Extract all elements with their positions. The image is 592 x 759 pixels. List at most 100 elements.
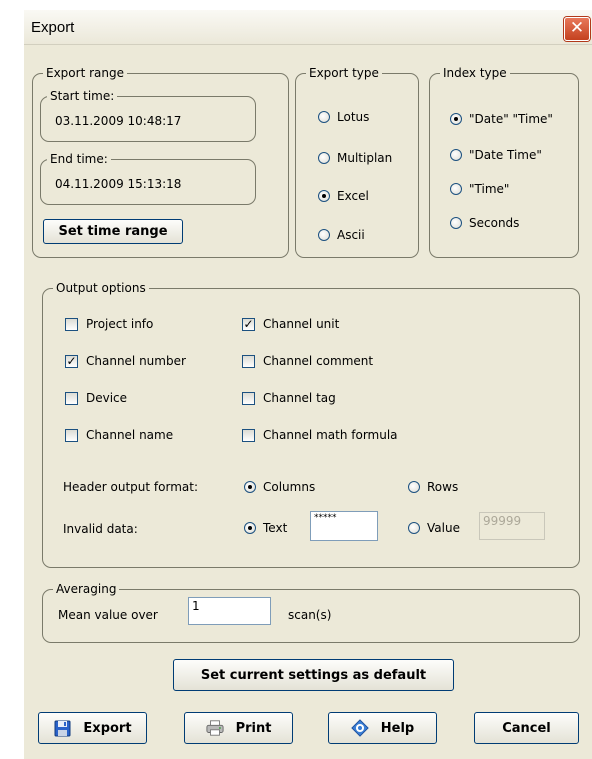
invalid-data-text-radio[interactable]: Text [244,521,287,535]
checkbox-icon [242,391,255,405]
radio-label: Columns [263,480,316,494]
radio-icon [450,183,462,195]
checkbox-channel-number[interactable]: ✓ Channel number [65,354,186,368]
checkmark-icon: ✓ [242,316,255,331]
radio-label: Excel [337,189,369,203]
start-time-group: Start time: 03.11.2009 10:48:17 [40,88,256,142]
checkbox-label: Channel number [86,354,186,368]
invalid-value-input[interactable]: 99999 [479,512,545,540]
radio-label: "Time" [469,182,510,196]
checkbox-channel-name[interactable]: Channel name [65,428,173,442]
checkmark-icon: ✓ [65,353,78,368]
radio-selected-icon [450,113,462,125]
checkbox-label: Channel math formula [263,428,398,442]
checkbox-channel-math-formula[interactable]: Channel math formula [242,428,398,442]
export-button[interactable]: Export [38,712,147,744]
start-time-value: 03.11.2009 10:48:17 [55,114,182,128]
close-button[interactable]: ✕ [564,17,590,41]
index-type-date-time-separate[interactable]: "Date" "Time" [450,112,553,126]
header-format-rows[interactable]: Rows [408,480,458,494]
help-button[interactable]: Help [328,712,437,744]
title-bar[interactable]: Export ✕ [24,10,592,45]
printer-icon [206,719,224,737]
checkbox-icon [65,428,78,442]
averaging-group: Averaging Mean value over 1 scan(s) [42,581,580,643]
radio-label: Multiplan [337,151,393,165]
set-default-label: Set current settings as default [200,667,427,683]
checkbox-label: Channel name [86,428,174,442]
export-range-group: Export range Start time: 03.11.2009 10:4… [32,65,289,258]
index-type-label: Index type [440,65,510,81]
export-type-excel[interactable]: Excel [318,189,369,203]
index-type-time[interactable]: "Time" [450,182,509,196]
checkbox-channel-unit[interactable]: ✓ Channel unit [242,317,339,331]
averaging-label: Averaging [53,581,120,597]
mean-value-input[interactable]: 1 [188,597,271,625]
radio-selected-icon [318,190,330,202]
radio-label: Lotus [337,110,370,124]
radio-icon [318,229,330,241]
export-type-label: Export type [306,65,382,81]
export-dialog: Export ✕ Export range Start time: 03.11.… [24,10,592,759]
checkbox-label: Device [86,391,128,405]
set-time-range-label: Set time range [58,224,168,239]
header-output-format-label: Header output format: [63,480,198,494]
radio-label: Text [263,521,288,535]
radio-label: Seconds [469,216,520,230]
export-type-lotus[interactable]: Lotus [318,110,369,124]
window-title: Export [31,19,75,36]
checkbox-device[interactable]: Device [65,391,127,405]
radio-icon [408,481,420,493]
export-type-multiplan[interactable]: Multiplan [318,151,392,165]
help-icon [351,719,369,737]
invalid-data-label: Invalid data: [63,522,138,536]
radio-label: Ascii [337,228,365,242]
cancel-button[interactable]: Cancel [474,712,579,744]
radio-selected-icon [244,481,256,493]
print-button[interactable]: Print [184,712,293,744]
radio-icon [408,522,420,534]
mean-value-label: Mean value over [58,608,158,622]
checkbox-label: Channel unit [263,317,340,331]
radio-label: "Date" "Time" [469,112,553,126]
radio-icon [318,152,330,164]
help-label: Help [380,720,415,736]
checkbox-icon [242,354,255,368]
export-label: Export [83,720,132,736]
radio-icon [450,217,462,229]
invalid-text-input[interactable]: ***** [310,511,378,541]
index-type-seconds[interactable]: Seconds [450,216,519,230]
close-icon: ✕ [569,18,585,38]
invalid-data-value-radio[interactable]: Value [408,521,460,535]
index-type-group: Index type "Date" "Time" "Date Time" "Ti… [429,65,579,258]
checkbox-channel-comment[interactable]: Channel comment [242,354,373,368]
radio-label: Value [427,521,460,535]
export-type-ascii[interactable]: Ascii [318,228,365,242]
start-time-label: Start time: [47,88,118,104]
radio-selected-icon [244,522,256,534]
set-time-range-button[interactable]: Set time range [43,219,183,244]
export-range-label: Export range [43,65,127,81]
checkbox-label: Project info [86,317,154,331]
checkbox-icon [65,317,78,331]
print-label: Print [235,720,272,736]
scan-unit-label: scan(s) [288,608,332,622]
output-options-label: Output options [53,280,149,296]
end-time-value: 04.11.2009 15:13:18 [55,177,182,191]
end-time-label: End time: [47,151,111,167]
checkbox-icon [65,391,78,405]
checkbox-project-info[interactable]: Project info [65,317,153,331]
checkbox-channel-tag[interactable]: Channel tag [242,391,336,405]
index-type-date-time-combined[interactable]: "Date Time" [450,148,542,162]
floppy-disk-icon [53,719,71,737]
radio-label: "Date Time" [469,148,542,162]
set-default-button[interactable]: Set current settings as default [173,659,454,691]
export-type-group: Export type Lotus Multiplan Excel Ascii [295,65,419,258]
checkbox-icon [242,428,255,442]
header-format-columns[interactable]: Columns [244,480,315,494]
radio-icon [450,149,462,161]
radio-icon [318,111,330,123]
radio-label: Rows [427,480,459,494]
cancel-label: Cancel [502,720,551,736]
checkbox-label: Channel comment [263,354,374,368]
